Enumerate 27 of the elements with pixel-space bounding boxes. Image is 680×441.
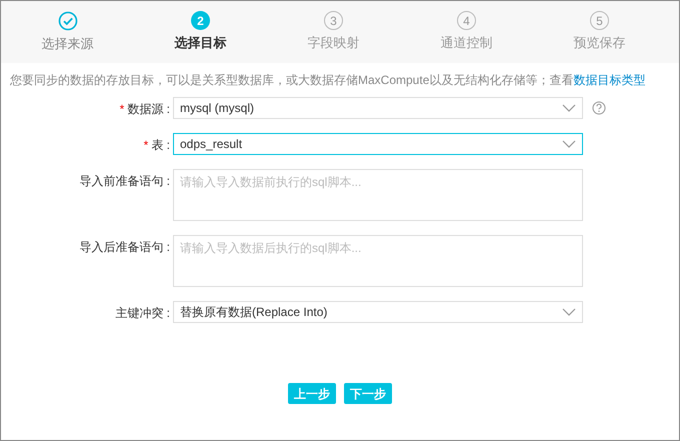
required-mark: *: [144, 137, 148, 154]
step-label: 选择来源: [42, 35, 94, 53]
step-label: 通道控制: [440, 34, 492, 52]
chevron-down-icon: [562, 104, 576, 112]
field-label: 主键冲突 :: [115, 305, 170, 322]
step-label: 预览保存: [574, 34, 626, 52]
step-number: 2: [191, 11, 210, 30]
step-number: 3: [324, 11, 343, 30]
field-label: 导入后准备语句 :: [79, 239, 170, 256]
sql-input-field[interactable]: 请输入导入数据后执行的sql脚本...: [173, 235, 583, 287]
intro-text: 您要同步的数据的存放目标，可以是关系型数据库，或大数据存储MaxCompute以及无结构化存储等；查看数据目标类型: [9, 72, 646, 89]
step-number: 4: [457, 11, 476, 30]
data-target-types-link[interactable]: 数据目标类型: [573, 73, 646, 87]
step-number: 5: [590, 11, 609, 30]
sql-input-field[interactable]: 请输入导入数据前执行的sql脚本...: [173, 169, 583, 221]
select-field[interactable]: 替换原有数据(Replace Into): [173, 301, 583, 323]
help-icon[interactable]: [592, 101, 606, 115]
chevron-down-icon: [562, 140, 576, 148]
field-label: 导入前准备语句 :: [79, 173, 170, 190]
select-field[interactable]: mysql (mysql): [173, 97, 583, 119]
step-label: 字段映射: [308, 34, 360, 52]
field-label: 数据源 :: [127, 101, 170, 118]
required-mark: *: [120, 101, 124, 118]
select-field[interactable]: odps_result: [173, 133, 583, 155]
field-label: 表 :: [151, 137, 170, 154]
chevron-down-icon: [562, 308, 576, 316]
step-label: 选择目标: [174, 34, 226, 52]
